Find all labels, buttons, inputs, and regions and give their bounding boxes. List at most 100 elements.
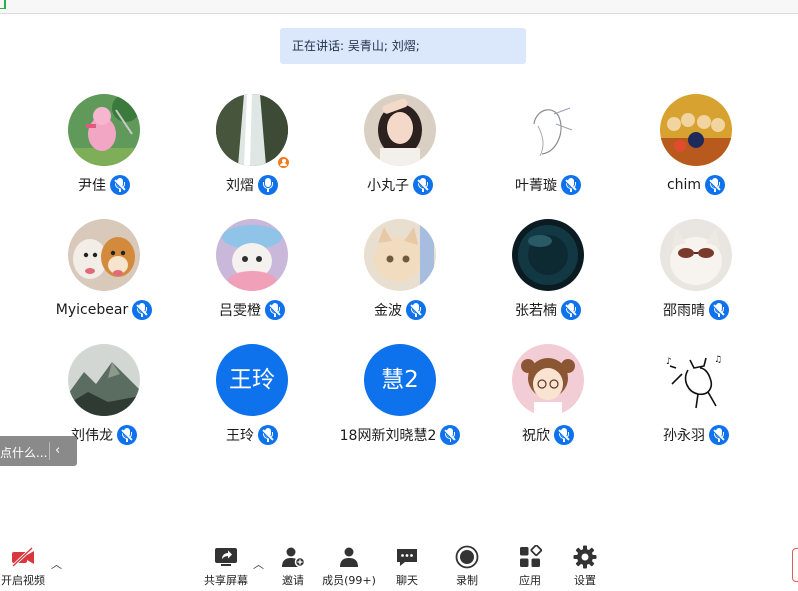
settings-button[interactable]: 设置 — [568, 545, 602, 589]
gear-icon — [573, 545, 597, 569]
participant-tile[interactable]: 尹佳 — [30, 94, 178, 204]
avatar-image: ♪ ♫ — [660, 344, 732, 416]
participant-tile[interactable]: 张若楠 — [474, 219, 622, 329]
participant-avatar — [512, 344, 584, 416]
participant-tile[interactable]: Myicebear — [30, 219, 178, 329]
participant-tile[interactable]: 慧2 18网新刘晓慧2 — [326, 344, 474, 454]
participant-avatar — [364, 219, 436, 291]
participant-avatar — [512, 219, 584, 291]
participant-name-row: 祝欣 — [468, 424, 628, 446]
participant-name: 刘熠 — [226, 178, 254, 194]
participant-name: 孙永羽 — [663, 428, 705, 444]
avatar-image — [512, 344, 584, 416]
avatar-image — [216, 219, 288, 291]
participant-avatar — [68, 219, 140, 291]
participant-name-row: 刘熠 — [172, 174, 332, 196]
participant-name-row: 叶菁璇 — [468, 174, 628, 196]
participant-avatar — [660, 219, 732, 291]
share-screen-button[interactable]: 共享屏幕 — [202, 545, 250, 589]
collapsed-chat-tab[interactable]: 点什么... ‹ — [0, 436, 77, 466]
participant-avatar — [216, 94, 288, 166]
participant-avatar — [364, 94, 436, 166]
participant-name: 尹佳 — [78, 178, 106, 194]
participant-name: 张若楠 — [515, 303, 557, 319]
participant-name: 王玲 — [226, 428, 254, 444]
microphone-muted-icon — [265, 300, 285, 320]
meeting-window: 正在讲话: 吴青山; 刘熠; 尹佳 刘熠 小丸子 叶菁璇 chim Myicebear 吕雯… — [0, 0, 798, 591]
apps-button[interactable]: 应用 — [513, 545, 547, 589]
window-corner-mark — [0, 0, 6, 9]
participant-name: 叶菁璇 — [515, 178, 557, 194]
microphone-muted-icon — [561, 300, 581, 320]
participant-name-row: 金波 — [320, 299, 480, 321]
avatar-image — [68, 344, 140, 416]
participant-avatar — [512, 94, 584, 166]
participant-avatar: 慧2 — [364, 344, 436, 416]
microphone-icon — [258, 175, 278, 195]
avatar-image — [68, 219, 140, 291]
invite-user-icon — [282, 547, 305, 568]
avatar-image — [660, 219, 732, 291]
participant-avatar — [68, 94, 140, 166]
participant-tile[interactable]: 刘熠 — [178, 94, 326, 204]
microphone-muted-icon — [258, 425, 278, 445]
participant-name-row: 张若楠 — [468, 299, 628, 321]
apps-label: 应用 — [519, 574, 541, 587]
host-badge-icon — [276, 155, 291, 170]
chat-bubble-icon — [397, 549, 417, 566]
participants-button[interactable]: 成员(99+) — [320, 545, 378, 589]
participant-tile[interactable]: 吕雯橙 — [178, 219, 326, 329]
avatar-image — [364, 219, 436, 291]
participant-name-row: 吕雯橙 — [172, 299, 332, 321]
participants-label: 成员(99+) — [322, 574, 376, 587]
participants-icon — [340, 547, 358, 567]
participant-name: 18网新刘晓慧2 — [339, 428, 437, 444]
avatar-image — [216, 94, 288, 166]
participant-avatar: ♪ ♫ — [660, 344, 732, 416]
avatar-image — [68, 94, 140, 166]
participant-avatar: 王玲 — [216, 344, 288, 416]
share-screen-label: 共享屏幕 — [204, 574, 248, 587]
participant-name-row: Myicebear — [24, 299, 184, 321]
participant-tile[interactable]: 邵雨晴 — [622, 219, 770, 329]
participant-name-row: 尹佳 — [24, 174, 184, 196]
invite-button[interactable]: 邀请 — [276, 545, 310, 589]
participant-tile[interactable]: 叶菁璇 — [474, 94, 622, 204]
participant-tile[interactable]: 小丸子 — [326, 94, 474, 204]
chat-label: 聊天 — [396, 574, 418, 587]
participant-tile[interactable]: chim — [622, 94, 770, 204]
participant-tile[interactable]: 王玲 王玲 — [178, 344, 326, 454]
gallery-view: 尹佳 刘熠 小丸子 叶菁璇 chim Myicebear 吕雯橙 金波 张若楠 邵雨晴 刘伟龙 王玲王… — [30, 94, 770, 454]
start-video-button[interactable]: 开启视频 — [0, 545, 46, 589]
participant-tile[interactable]: ♪ ♫ 孙永羽 — [622, 344, 770, 454]
microphone-muted-icon — [709, 300, 729, 320]
apps-grid-icon — [520, 545, 542, 567]
participant-tile[interactable]: 金波 — [326, 219, 474, 329]
share-options-caret-icon[interactable]: ︿ — [253, 556, 264, 572]
svg-text:♪: ♪ — [666, 357, 672, 367]
participant-avatar — [660, 94, 732, 166]
avatar-image — [660, 94, 732, 166]
end-meeting-button-edge[interactable] — [792, 548, 798, 582]
participant-name: chim — [666, 177, 702, 193]
svg-text:♫: ♫ — [714, 355, 722, 365]
microphone-muted-icon — [440, 425, 461, 445]
participant-name-row: 邵雨晴 — [616, 299, 776, 321]
title-bar — [0, 0, 798, 14]
record-button[interactable]: 录制 — [450, 545, 484, 589]
video-options-caret-icon[interactable]: ︿ — [51, 556, 62, 572]
chat-button[interactable]: 聊天 — [390, 545, 424, 589]
microphone-muted-icon — [110, 175, 130, 195]
microphone-muted-icon — [554, 425, 574, 445]
microphone-muted-icon — [705, 175, 726, 195]
avatar-image — [364, 94, 436, 166]
participant-tile[interactable]: 祝欣 — [474, 344, 622, 454]
chevron-left-icon[interactable]: ‹ — [55, 443, 60, 458]
participant-name: Myicebear — [55, 302, 129, 318]
participant-name: 金波 — [374, 303, 402, 319]
microphone-muted-icon — [132, 300, 153, 320]
participant-name-row: chim — [616, 174, 776, 196]
avatar-image — [512, 219, 584, 291]
video-off-icon — [11, 546, 34, 568]
share-screen-icon — [215, 548, 237, 566]
